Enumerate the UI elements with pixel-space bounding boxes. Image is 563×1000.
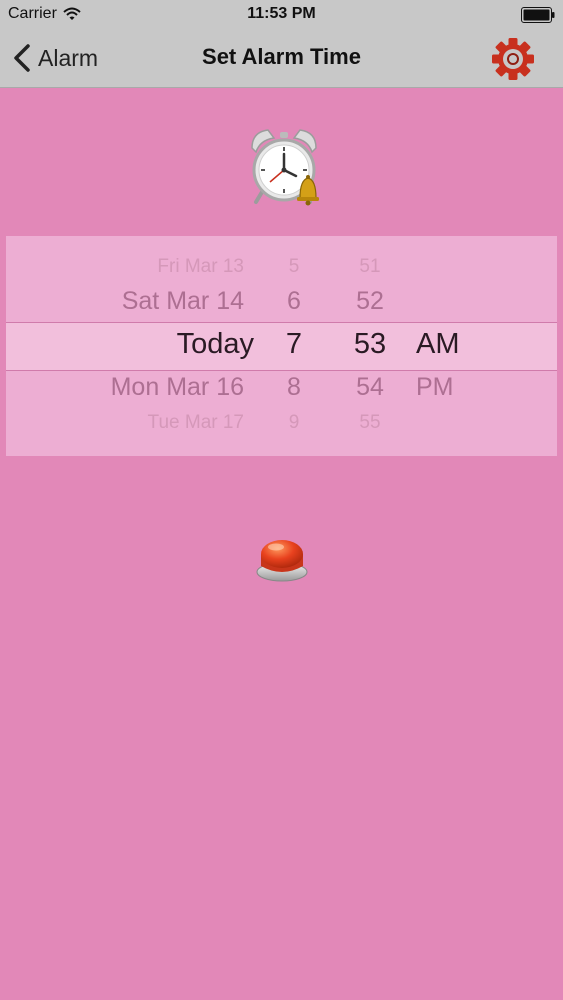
picker-row[interactable]: Sat Mar 14 6 52 (6, 287, 557, 327)
picker-row-selected[interactable]: Today 7 53 AM (6, 328, 557, 368)
picker-row[interactable]: Tue Mar 17 9 55 (6, 412, 557, 452)
picker-minute: 53 (353, 328, 387, 360)
status-time: 11:53 PM (247, 5, 316, 22)
picker-date: Fri Mar 13 (157, 256, 244, 277)
status-bar: Carrier 11:53 PM (0, 0, 563, 30)
picker-date: Tue Mar 17 (147, 412, 244, 433)
battery-icon (521, 7, 555, 23)
picker-date: Today (176, 328, 254, 360)
picker-row[interactable]: Mon Mar 16 8 54 PM (6, 373, 557, 413)
picker-date: Sat Mar 14 (121, 287, 244, 315)
red-push-button-icon[interactable] (255, 534, 309, 584)
picker-hour: 8 (287, 373, 301, 401)
picker-minute: 52 (356, 287, 384, 315)
date-time-picker[interactable]: Fri Mar 13 5 51 Sat Mar 14 6 52 Today 7 … (6, 236, 557, 456)
picker-hour: 9 (288, 412, 300, 433)
picker-hour: 7 (285, 328, 303, 360)
picker-hour: 5 (288, 256, 300, 277)
picker-date: Mon Mar 16 (110, 373, 244, 401)
alarm-clock-icon (251, 129, 319, 206)
picker-ampm: AM (416, 328, 460, 360)
navigation-bar: Alarm Set Alarm Time (0, 30, 563, 88)
picker-ampm: PM (416, 373, 454, 401)
picker-minute: 51 (359, 256, 381, 277)
page-title: Set Alarm Time (202, 44, 361, 69)
picker-minute: 54 (356, 373, 384, 401)
picker-minute: 55 (359, 412, 381, 433)
gear-icon[interactable] (490, 36, 536, 82)
picker-hour: 6 (287, 287, 301, 315)
